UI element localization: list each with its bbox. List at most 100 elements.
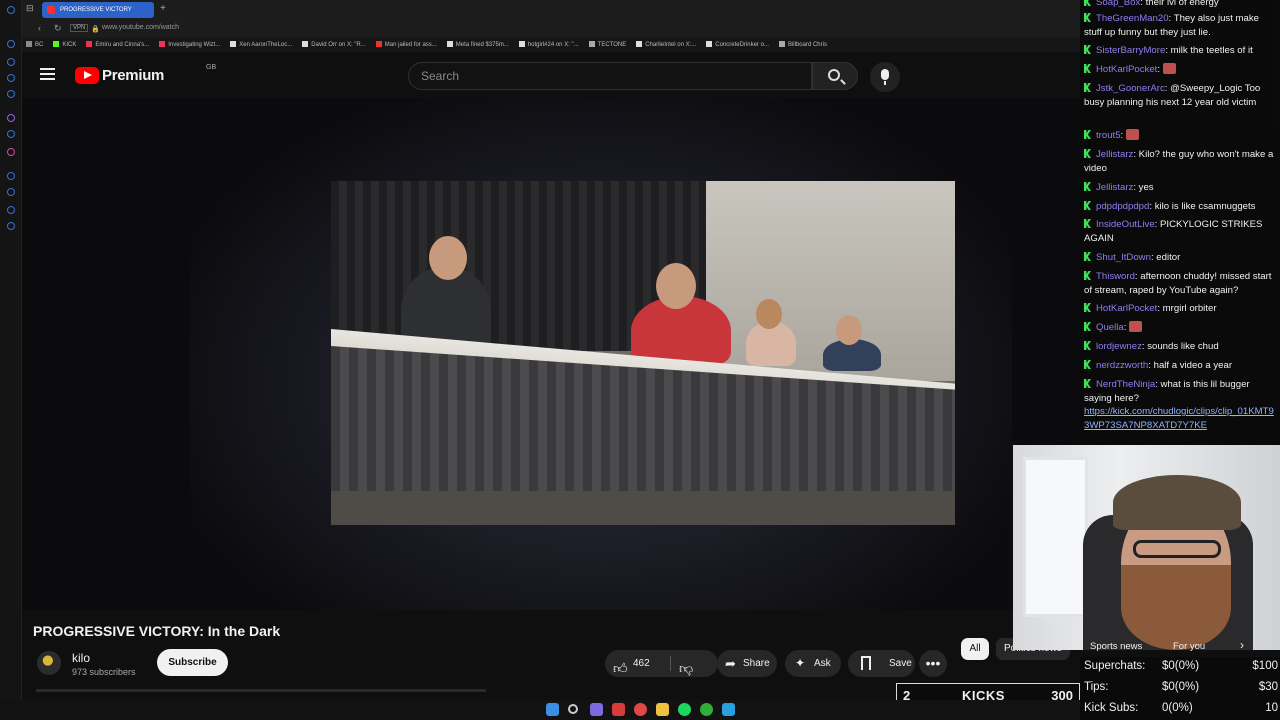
- kick-badge-icon: [1084, 130, 1091, 139]
- bookmark-item[interactable]: ConcreteDrinker o...: [706, 38, 769, 52]
- chat-message: NerdTheNinja: what is this lil bugger sa…: [1084, 378, 1276, 406]
- chat-message: HotKarlPocket: mrgirl orbiter: [1084, 302, 1276, 316]
- share-label: Share: [743, 658, 770, 669]
- sidebar-icon[interactable]: [7, 188, 15, 196]
- bookmark-item[interactable]: CharlieIntel on X:...: [636, 38, 696, 52]
- chat-username[interactable]: NerdTheNinja: [1096, 379, 1155, 390]
- sidebar-icon[interactable]: [7, 172, 15, 180]
- bookmark-item[interactable]: Meta fined $375m...: [446, 38, 509, 52]
- bookmark-icon: [53, 41, 60, 48]
- channel-avatar[interactable]: [37, 651, 61, 675]
- sidebar-icon[interactable]: [7, 74, 15, 82]
- chat-username[interactable]: SisterBarryMore: [1096, 45, 1165, 56]
- bookmark-label: TECTONE: [597, 42, 627, 48]
- chat-username[interactable]: Quella: [1096, 322, 1124, 333]
- chat-username[interactable]: Jellistarz: [1096, 182, 1133, 193]
- chat-username[interactable]: nerdzzworth: [1096, 360, 1148, 371]
- sidebar-icon[interactable]: [7, 58, 15, 66]
- taskbar-app-icon[interactable]: [590, 703, 603, 716]
- new-tab-icon[interactable]: +: [160, 3, 166, 14]
- chat-username[interactable]: TheGreenMan20: [1096, 13, 1169, 24]
- chat-username[interactable]: InsideOutLive: [1096, 219, 1155, 230]
- bookmark-item[interactable]: Billboard Chris: [778, 38, 827, 52]
- url-text[interactable]: www.youtube.com/watch: [102, 24, 179, 31]
- chat-colon: :: [1157, 64, 1163, 75]
- chat-username[interactable]: Shut_ItDown: [1096, 252, 1151, 263]
- settings-icon[interactable]: [7, 222, 15, 230]
- more-actions-button[interactable]: •••: [919, 650, 947, 677]
- video-player[interactable]: [22, 98, 1080, 610]
- bookmark-item[interactable]: David Orr on X: "R...: [302, 38, 366, 52]
- share-button[interactable]: ➦ Share: [717, 650, 777, 677]
- chat-clip-link[interactable]: https://kick.com/chudlogic/clips/clip_01…: [1084, 405, 1276, 433]
- chat-message: Jellistarz: yes: [1084, 181, 1276, 195]
- search-button[interactable]: [812, 62, 858, 90]
- voice-search-icon[interactable]: [870, 62, 900, 92]
- panelist-2-head: [656, 263, 696, 309]
- chat-username[interactable]: trout5: [1096, 130, 1121, 141]
- search-icon[interactable]: [568, 704, 578, 714]
- file-explorer-icon[interactable]: [656, 703, 669, 716]
- back-icon[interactable]: ‹: [38, 23, 41, 33]
- chat-username[interactable]: Soap_Box: [1096, 0, 1140, 8]
- messenger-icon[interactable]: [7, 130, 15, 138]
- kick-badge-icon: [1084, 322, 1091, 331]
- reload-icon[interactable]: ↻: [54, 23, 62, 34]
- twitch-icon[interactable]: [7, 114, 15, 122]
- chat-username[interactable]: pdpdpdpdpd: [1096, 201, 1149, 212]
- chat-username[interactable]: Thisword: [1096, 271, 1135, 282]
- bookmark-item[interactable]: hotgirl#24 on X: "...: [518, 38, 579, 52]
- channel-name[interactable]: kilo: [72, 651, 90, 665]
- chat-message: Thisword: afternoon chuddy! missed start…: [1084, 270, 1276, 298]
- chat-username[interactable]: HotKarlPocket: [1096, 303, 1157, 314]
- bookmark-label: KICK: [62, 42, 77, 48]
- opera-icon[interactable]: [612, 703, 625, 716]
- bookmark-icon: [706, 41, 713, 48]
- search-input[interactable]: Search: [408, 62, 812, 90]
- dislike-icon[interactable]: 👎︎: [679, 655, 693, 682]
- donation-goals: Superchats: $0(0%) $100 Tips: $0(0%) $30…: [1080, 657, 1280, 720]
- bookmark-item[interactable]: Investigating Wizt...: [159, 38, 220, 52]
- bookmark-item[interactable]: TECTONE: [588, 38, 627, 52]
- xbox-icon[interactable]: [700, 703, 713, 716]
- chip-all[interactable]: All: [961, 638, 989, 660]
- bookmark-item[interactable]: Man jailed for ass...: [375, 38, 437, 52]
- chip-for-you[interactable]: For you: [1173, 641, 1205, 652]
- like-count[interactable]: 462: [633, 650, 650, 677]
- save-button[interactable]: Save: [848, 650, 915, 677]
- chat-message: pdpdpdpdpd: kilo is like csamnuggets: [1084, 200, 1276, 214]
- bookmark-item[interactable]: BC: [26, 38, 43, 52]
- bookmark-item[interactable]: KICK: [53, 38, 76, 52]
- chat-message: TheGreenMan20: They also just make stuff…: [1084, 12, 1276, 40]
- sidebar-icon[interactable]: [7, 206, 15, 214]
- youtube-logo[interactable]: Premium GB: [75, 64, 216, 84]
- telegram-icon[interactable]: [722, 703, 735, 716]
- chat-username[interactable]: Jellistarz: [1096, 149, 1133, 160]
- like-icon[interactable]: 👍︎: [613, 655, 628, 682]
- video-frame[interactable]: [331, 181, 955, 525]
- subscribe-button[interactable]: Subscribe: [157, 649, 228, 676]
- chat-username[interactable]: HotKarlPocket: [1096, 64, 1157, 75]
- spotify-icon[interactable]: [678, 703, 691, 716]
- chat-username[interactable]: Jstk_GoonerArc: [1096, 83, 1165, 94]
- kick-badge-icon: [1084, 219, 1091, 228]
- vpn-badge[interactable]: VPN: [70, 24, 89, 32]
- start-icon[interactable]: [546, 703, 559, 716]
- sidebar-icon[interactable]: [7, 40, 15, 48]
- tab-menu-icon[interactable]: ⊟: [26, 3, 34, 14]
- instagram-icon[interactable]: [7, 148, 15, 156]
- bookmark-item[interactable]: Emiru and Cinna's...: [86, 38, 149, 52]
- sidebar-icon[interactable]: [7, 90, 15, 98]
- taskbar-app-icon[interactable]: [634, 703, 647, 716]
- chevron-right-icon[interactable]: ›: [1240, 638, 1244, 652]
- opera-logo-icon[interactable]: [7, 6, 15, 14]
- active-tab[interactable]: PROGRESSIVE VICTORY: [42, 2, 154, 18]
- chat-message: trout5:: [1084, 129, 1276, 143]
- chat-username[interactable]: lordjewnez: [1096, 341, 1142, 352]
- bookmark-item[interactable]: Xen AaronTheLoc...: [230, 38, 292, 52]
- menu-icon[interactable]: [40, 68, 55, 80]
- bookmark-label: CharlieIntel on X:...: [645, 42, 697, 48]
- youtube-header: Premium GB Search: [22, 52, 1080, 98]
- ask-button[interactable]: ✦ Ask: [785, 650, 841, 677]
- chip-sports-news[interactable]: Sports news: [1090, 641, 1142, 652]
